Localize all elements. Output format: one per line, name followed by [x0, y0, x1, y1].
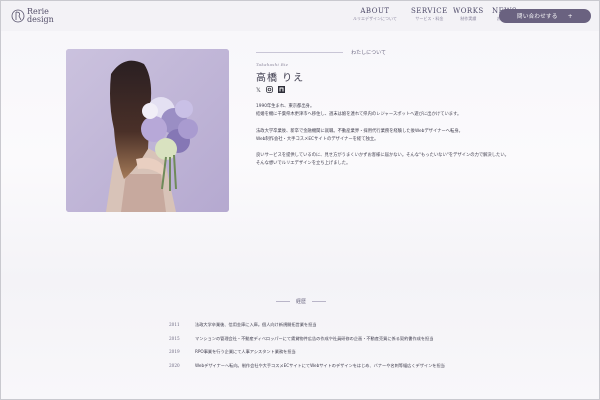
- bio-paragraph: 1990年生まれ、東京都出身。 結婚を機に千葉県木更津市へ移住し、週末は娘を連れ…: [256, 103, 576, 119]
- career-text: マンションの管理会社・不動産ディベロッパーにて賃貸物件広告の作成や社員研修の企画…: [195, 335, 434, 341]
- career-text: 法政大学卒業後、信用金庫に入庫。個人向け新規開拓営業を担当: [195, 322, 317, 327]
- x-icon[interactable]: 𝕏: [256, 87, 261, 94]
- nav-works[interactable]: WORKS 制作実績: [453, 7, 484, 22]
- about-section-title: わたしについて: [351, 50, 386, 56]
- career-divider-right: [312, 301, 326, 302]
- career-year: 2020: [169, 362, 180, 368]
- nav-about-sublabel: ルリエデザインについて: [353, 16, 397, 21]
- nav-service[interactable]: SERVICE サービス・料金: [411, 7, 448, 22]
- logo-mark-icon: [11, 7, 25, 25]
- career-year: 2019: [169, 349, 180, 354]
- logo-text-line2: design: [27, 15, 54, 24]
- social-links: 𝕏: [256, 86, 285, 95]
- bio-paragraph: 良いサービスを提供しているのに、見せ方がうまくいかずお客様に届かない。そんな"も…: [256, 152, 576, 168]
- career-title: 経歴: [295, 299, 306, 305]
- profile-bio: 1990年生まれ、東京都出身。 結婚を機に千葉県木更津市へ移住し、週末は娘を連れ…: [256, 103, 576, 177]
- bio-line: 1990年生まれ、東京都出身。: [256, 104, 315, 109]
- nav-service-sublabel: サービス・料金: [415, 16, 444, 21]
- note-icon[interactable]: [277, 86, 285, 95]
- about-section-label: わたしについて: [256, 49, 386, 56]
- site-logo[interactable]: Rerie design: [11, 7, 54, 25]
- nav-works-sublabel: 制作実績: [460, 16, 477, 21]
- career-list: 2011 法政大学卒業後、信用金庫に入庫。個人向け新規開拓営業を担当 2015 …: [169, 321, 469, 375]
- career-item: 2011 法政大学卒業後、信用金庫に入庫。個人向け新規開拓営業を担当: [169, 321, 469, 329]
- profile-name-romaji: Takahashi Rie: [256, 62, 289, 67]
- bio-line: そんな想いでルリエデザインを立ち上げました。: [256, 161, 351, 167]
- career-year: 2011: [169, 322, 180, 327]
- instagram-icon[interactable]: [265, 86, 273, 95]
- career-item: 2019 RPO事業を行う企業にて人事アシスタント業務を担当: [169, 348, 469, 356]
- plus-icon: +: [567, 12, 573, 20]
- career-item: 2015 マンションの管理会社・不動産ディベロッパーにて賃貸物件広告の作成や社員…: [169, 335, 469, 343]
- nav-service-label: SERVICE: [411, 7, 448, 15]
- bio-line: 良いサービスを提供しているのに、見せ方がうまくいかずお客様に届かない。そんな"も…: [256, 153, 509, 159]
- site-header: Rerie design ABOUT ルリエデザインについて SERVICE サ…: [1, 1, 599, 31]
- nav-works-label: WORKS: [453, 7, 484, 15]
- career-text: RPO事業を行う企業にて人事アシスタント業務を担当: [195, 349, 296, 354]
- career-year: 2015: [169, 335, 180, 341]
- contact-button-label: 問い合わせする: [517, 14, 558, 20]
- bio-line: Web制作会社・大手コスメECサイトのデザイナーを経て独立。: [256, 136, 379, 142]
- bio-line: 結婚を機に千葉県木更津市へ移住し、週末は娘を連れて県内のレジャースポットへ遊びに…: [256, 112, 462, 118]
- nav-about-label: ABOUT: [360, 7, 390, 15]
- career-divider-left: [275, 301, 290, 302]
- career-item: 2020 Webデザイナーへ転向。制作会社や大手コスメECサイトにてWebサイト…: [169, 362, 469, 370]
- bio-line: 法政大学卒業後、新卒で金融機関に就職。不動産業界・採用代行業務を経験した後Web…: [256, 128, 463, 134]
- contact-button[interactable]: 問い合わせする +: [499, 9, 591, 23]
- profile-name: 高橋 りえ: [256, 73, 305, 84]
- page-frame: Rerie design ABOUT ルリエデザインについて SERVICE サ…: [0, 0, 600, 400]
- bio-paragraph: 法政大学卒業後、新卒で金融機関に就職。不動産業界・採用代行業務を経験した後Web…: [256, 128, 576, 144]
- profile-photo: [66, 49, 229, 212]
- section-divider: [256, 52, 344, 53]
- career-text: Webデザイナーへ転向。制作会社や大手コスメECサイトにてWebサイトのデザイン…: [195, 362, 445, 368]
- nav-about[interactable]: ABOUT ルリエデザインについて: [353, 7, 397, 22]
- career-section-heading: 経歴: [261, 298, 341, 305]
